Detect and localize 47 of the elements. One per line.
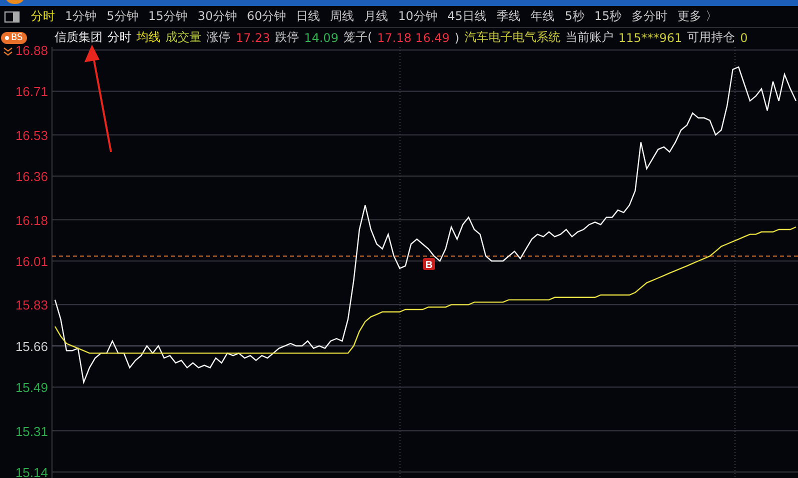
y-tick-label: 15.31 bbox=[15, 424, 48, 439]
y-tick-label: 15.83 bbox=[15, 298, 48, 313]
y-tick-label: 15.14 bbox=[15, 465, 48, 478]
y-tick-label: 16.18 bbox=[15, 212, 48, 228]
period-tab[interactable]: 年线 bbox=[526, 8, 560, 25]
info-text: 可用持仓 bbox=[687, 29, 736, 46]
period-tab[interactable]: 15秒 bbox=[589, 8, 627, 25]
period-tab[interactable]: 10分钟 bbox=[393, 8, 442, 25]
y-tick-label: 16.71 bbox=[15, 84, 48, 100]
info-text: 汽车电子电气系统 bbox=[464, 29, 560, 46]
info-text: 17.18 16.49 bbox=[377, 30, 450, 44]
info-text: 涨停 bbox=[206, 29, 231, 46]
info-text: 17.23 bbox=[236, 30, 270, 44]
period-tab[interactable]: 5秒 bbox=[560, 8, 590, 25]
period-tab[interactable]: 30分钟 bbox=[192, 8, 242, 25]
info-text: 成交量 bbox=[166, 29, 202, 46]
info-text: 分时 bbox=[108, 29, 132, 46]
info-text: 当前账户 bbox=[565, 29, 614, 46]
y-tick-label: 15.49 bbox=[15, 380, 48, 396]
info-text: 115***961 bbox=[618, 30, 682, 44]
period-tab[interactable]: 1分钟 bbox=[60, 8, 102, 25]
info-text: 笼子( bbox=[343, 29, 372, 46]
y-tick-label: 16.01 bbox=[15, 254, 48, 269]
panel-toggle-icon[interactable] bbox=[4, 10, 20, 22]
period-tab[interactable]: 周线 bbox=[325, 8, 360, 25]
period-tab[interactable]: 分时 bbox=[26, 8, 60, 25]
period-tab[interactable]: 45日线 bbox=[442, 8, 492, 25]
info-text: 信质集团 bbox=[54, 29, 103, 46]
y-tick-label: 16.53 bbox=[15, 128, 48, 143]
period-tab[interactable]: 15分钟 bbox=[143, 8, 193, 25]
period-tab[interactable]: 月线 bbox=[359, 8, 394, 25]
y-tick-label: 15.66 bbox=[15, 338, 48, 354]
info-text: 均线 bbox=[136, 29, 161, 46]
collapse-icon[interactable] bbox=[3, 47, 13, 56]
info-text: 跌停 bbox=[275, 29, 300, 46]
period-tab[interactable]: 5分钟 bbox=[102, 8, 144, 25]
period-tab[interactable]: 日线 bbox=[291, 8, 326, 25]
info-text: 14.09 bbox=[304, 30, 338, 44]
y-tick-label: 16.88 bbox=[15, 43, 48, 58]
y-tick-label: 16.36 bbox=[15, 169, 48, 184]
period-tab[interactable]: 多分时 bbox=[626, 8, 673, 25]
info-text: ) bbox=[454, 30, 460, 44]
period-tab[interactable]: 季线 bbox=[492, 8, 526, 25]
period-tab[interactable]: 更多 〉 bbox=[672, 8, 722, 25]
info-text: 0 bbox=[740, 30, 748, 44]
period-tab[interactable]: 60分钟 bbox=[242, 8, 292, 25]
buy-marker: B bbox=[423, 258, 435, 271]
